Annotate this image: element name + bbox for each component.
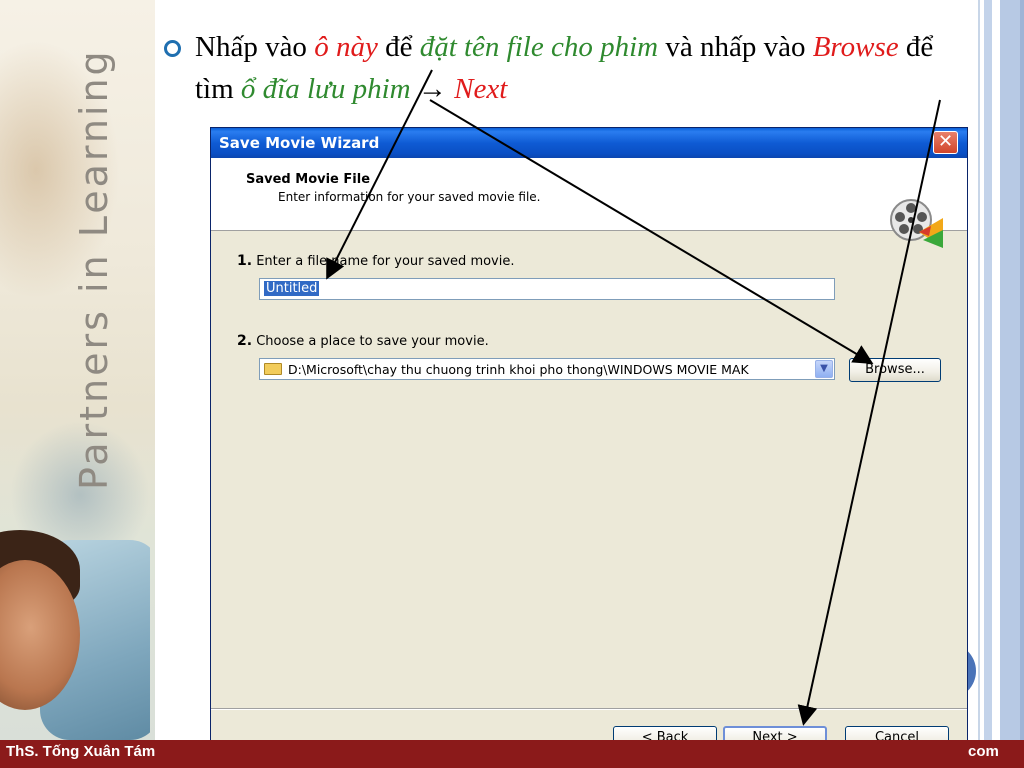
bullet-instruction: Nhấp vào ô này để đặt tên file cho phim … [195,31,934,105]
step-2-label: 2. Choose a place to save your movie. [237,333,489,349]
save-movie-wizard-dialog: Save Movie Wizard ✕ Saved Movie File Ent… [210,127,968,767]
dialog-titlebar[interactable]: Save Movie Wizard ✕ [211,128,967,158]
child-photo [0,520,150,740]
folder-icon [264,363,282,375]
wizard-header: Saved Movie File Enter information for y… [211,158,967,248]
divider [211,708,967,710]
footer-url: com [968,743,999,760]
dialog-title: Save Movie Wizard [219,134,380,152]
partners-in-learning-logo: Partners in Learning [72,48,116,490]
highlight-name-file: đặt tên file cho phim [419,31,659,63]
highlight-next: Next [454,73,508,105]
footer-author: ThS. Tống Xuân Tám [6,743,156,760]
highlight-this-box: ô này [314,31,378,63]
bullet-icon [164,40,181,57]
slide-right-border [976,0,1024,740]
highlight-drive: ổ đĩa lưu phim [240,73,411,105]
file-name-value: Untitled [264,281,320,296]
file-name-input[interactable]: Untitled [259,278,835,300]
header-title: Saved Movie File [246,172,371,187]
save-location-path: D:\Microsoft\chay thu chuong trinh khoi … [288,362,749,377]
step-1-label: 1. Enter a file name for your saved movi… [237,253,515,269]
header-subtitle: Enter information for your saved movie f… [278,190,541,204]
browse-button[interactable]: Browse... [849,358,941,382]
highlight-browse: Browse [812,31,899,63]
chevron-down-icon[interactable]: ▼ [815,360,833,378]
movie-reel-icon [890,199,943,248]
close-button[interactable]: ✕ [933,131,958,154]
save-location-dropdown[interactable]: D:\Microsoft\chay thu chuong trinh khoi … [259,358,835,380]
